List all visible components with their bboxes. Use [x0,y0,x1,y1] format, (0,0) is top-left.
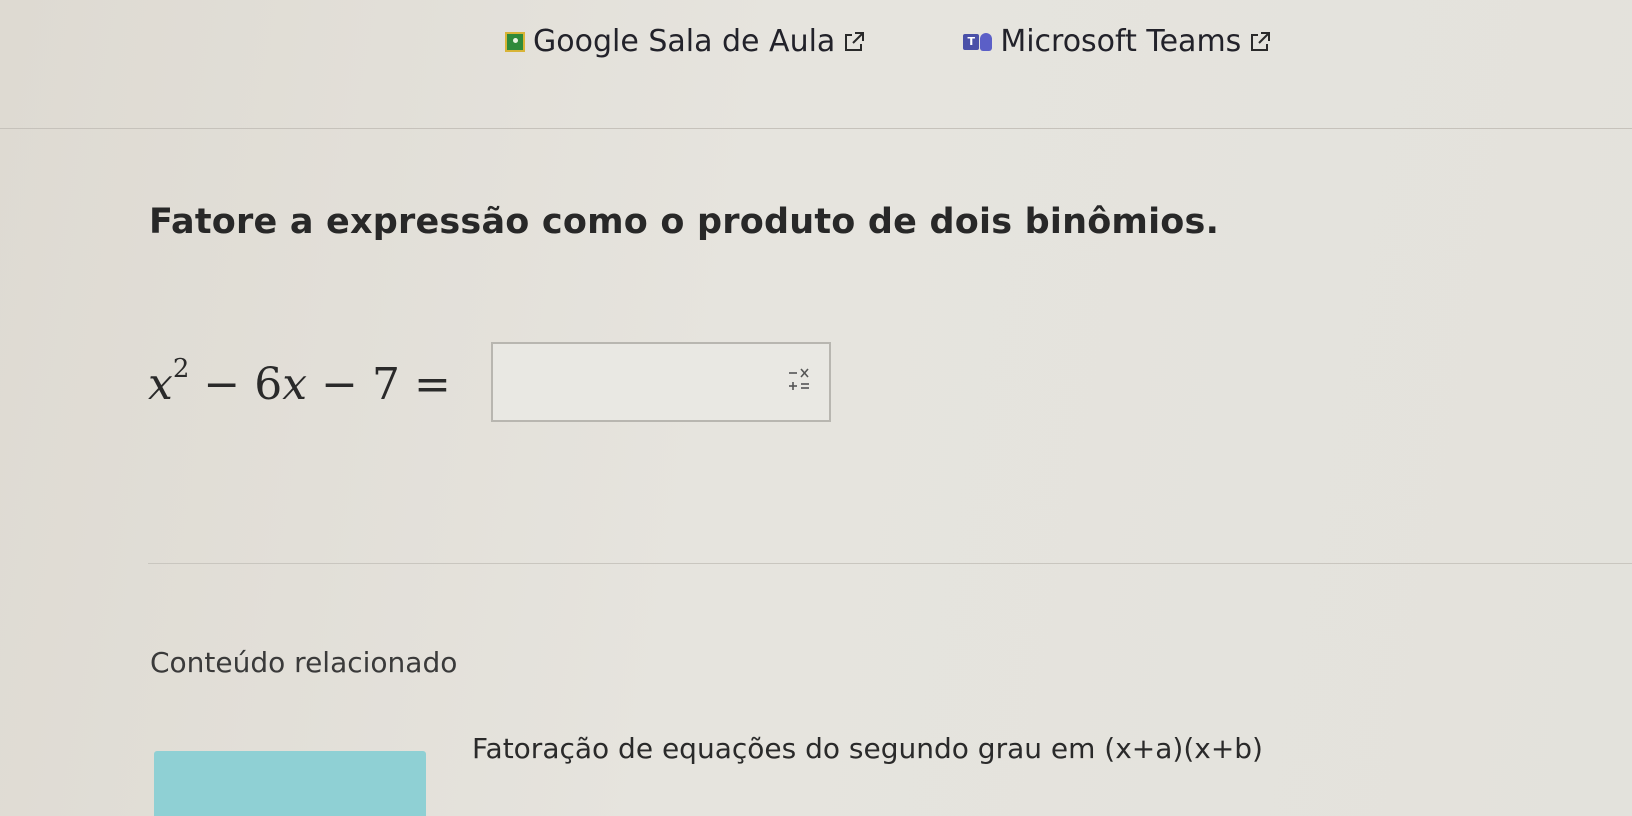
google-classroom-share-link[interactable]: Google Sala de Aula [505,24,865,59]
teams-icon-letter: T [963,33,980,50]
related-video-thumbnail[interactable] [154,751,426,816]
teams-people-shape [980,32,993,51]
page: Google Sala de Aula T Microsoft Teams Fa… [0,0,1632,816]
related-content-link[interactable]: Fatoração de equações do segundo grau em… [472,732,1263,765]
math-operator: − [321,359,358,410]
microsoft-teams-label: Microsoft Teams [1000,24,1242,59]
math-keypad-icon[interactable] [787,366,811,394]
top-divider [0,128,1632,129]
math-operator: − [203,359,241,410]
related-content-heading: Conteúdo relacionado [150,646,458,679]
section-divider [148,563,1632,564]
math-exponent: 2 [172,354,190,384]
math-expression: x2−6x −7 = [148,354,465,410]
math-variable: x [148,359,173,410]
share-bar: Google Sala de Aula T Microsoft Teams [505,24,1271,59]
math-variable: x [282,359,308,410]
equation-row: x2−6x −7 = [148,342,831,422]
math-constant: 7 [371,359,400,410]
question-prompt: Fatore a expressão como o produto de doi… [149,202,1220,242]
external-link-icon [843,31,865,53]
microsoft-teams-share-link[interactable]: T Microsoft Teams [963,24,1271,59]
google-classroom-icon [505,31,525,52]
answer-input[interactable] [490,342,831,422]
math-coefficient: 6 [254,359,283,410]
external-link-icon [1249,31,1271,53]
microsoft-teams-icon: T [963,32,993,51]
math-equals: = [413,359,451,410]
google-classroom-label: Google Sala de Aula [533,24,836,59]
